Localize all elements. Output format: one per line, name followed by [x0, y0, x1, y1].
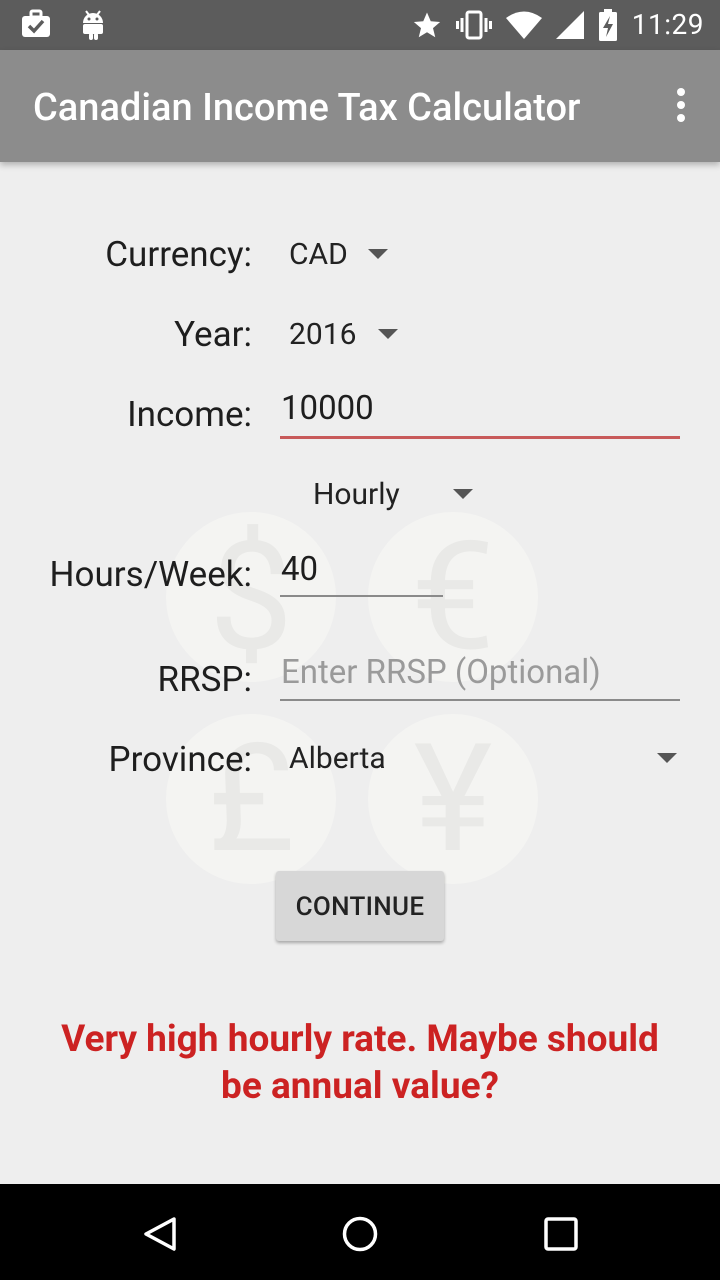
battery-charging-icon [598, 8, 617, 41]
income-period-value: Hourly [313, 477, 400, 512]
currency-label: Currency: [105, 234, 252, 275]
province-label: Province: [108, 739, 252, 780]
app-title: Canadian Income Tax Calculator [33, 86, 581, 130]
currency-value: CAD [289, 237, 348, 272]
hours-week-value: 40 [281, 550, 319, 589]
wifi-icon [505, 11, 542, 39]
home-icon[interactable] [340, 1214, 380, 1254]
android-icon [83, 10, 103, 40]
chevron-down-icon [453, 489, 473, 499]
hours-week-label: Hours/Week: [49, 554, 252, 595]
income-underline [280, 436, 680, 439]
more-vert-icon[interactable] [674, 88, 688, 124]
chevron-down-icon [368, 249, 388, 259]
income-label: Income: [127, 394, 252, 435]
rrsp-label: RRSP: [157, 659, 252, 700]
yen-coin-watermark: ¥ [368, 714, 538, 884]
status-bar: 11:29 [0, 0, 720, 50]
hours-week-underline [280, 595, 443, 597]
continue-button[interactable]: CONTINUE [276, 871, 444, 941]
income-input-value: 10000 [281, 389, 374, 428]
app-bar: Canadian Income Tax Calculator [0, 50, 720, 162]
province-value: Alberta [289, 741, 386, 776]
year-value: 2016 [289, 317, 357, 352]
warning-message: Very high hourly rate. Maybe should be a… [61, 1018, 659, 1108]
chevron-down-icon [657, 753, 677, 763]
briefcase-check-icon [22, 9, 50, 37]
chevron-down-icon [378, 329, 398, 339]
rrsp-underline [280, 699, 680, 701]
star-icon [413, 12, 440, 37]
signal-icon [555, 10, 584, 39]
navigation-bar [0, 1184, 720, 1280]
vibrate-icon [455, 10, 492, 39]
year-label: Year: [174, 314, 252, 355]
rrsp-placeholder: Enter RRSP (Optional) [281, 653, 601, 692]
status-time: 11:29 [631, 8, 704, 41]
back-icon[interactable] [140, 1214, 180, 1254]
recents-icon[interactable] [541, 1214, 581, 1254]
